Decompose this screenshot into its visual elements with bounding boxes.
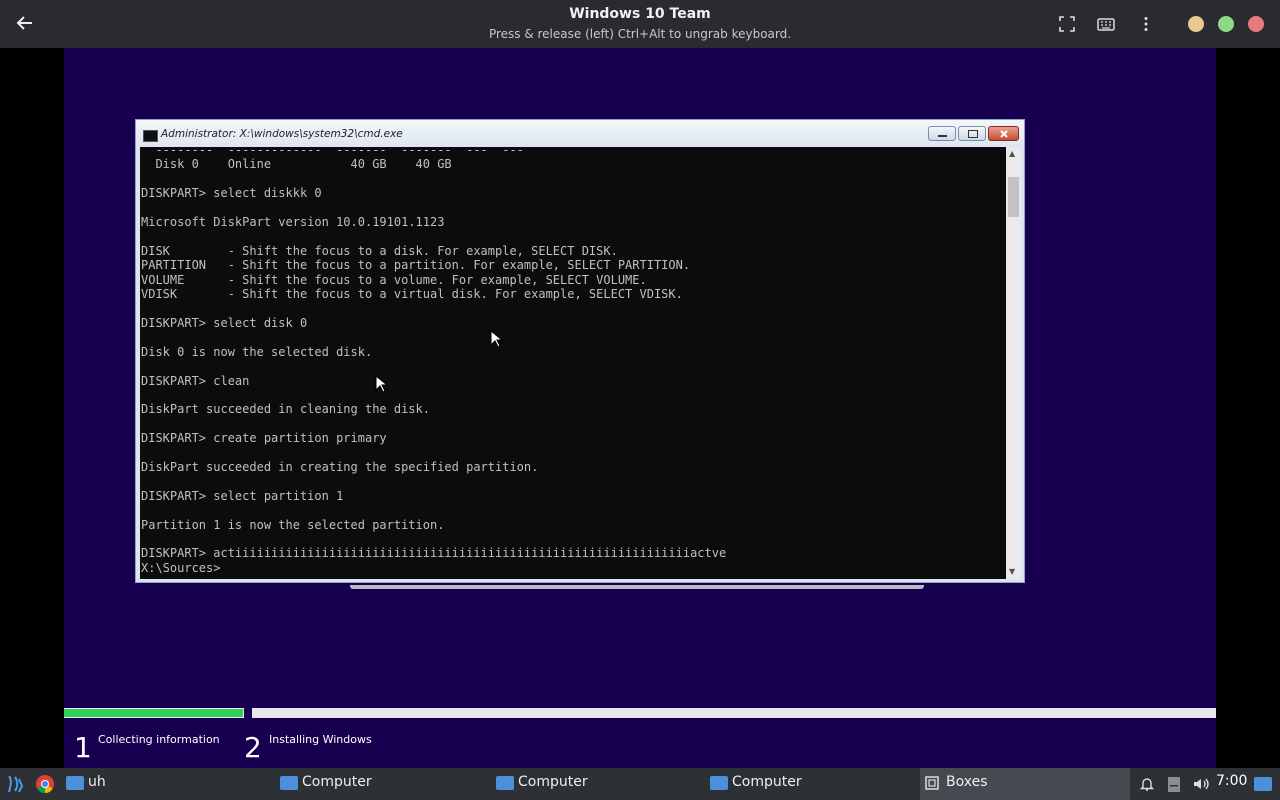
boxes-header-bar: Windows 10 Team Press & release (left) C… bbox=[0, 0, 1280, 48]
cmd-window-title: Administrator: X:\windows\system32\cmd.e… bbox=[161, 128, 403, 140]
clock: 7:00 bbox=[1216, 773, 1248, 789]
volume-icon[interactable] bbox=[1192, 776, 1210, 792]
cmd-window[interactable]: Administrator: X:\windows\system32\cmd.e… bbox=[135, 119, 1025, 583]
fullscreen-icon[interactable] bbox=[1057, 14, 1077, 34]
chrome-icon[interactable] bbox=[35, 774, 55, 794]
step-number: 2 bbox=[244, 731, 262, 764]
taskbar-item-computer[interactable]: Computer bbox=[494, 768, 694, 800]
scrollbar-thumb[interactable] bbox=[1008, 177, 1019, 217]
folder-icon bbox=[280, 776, 298, 790]
minimize-dot-button[interactable] bbox=[1188, 16, 1204, 32]
clipboard-icon[interactable] bbox=[1166, 775, 1182, 793]
boxes-icon bbox=[925, 776, 939, 790]
cmd-app-icon bbox=[143, 130, 158, 142]
taskbar-item-computer[interactable]: Computer bbox=[278, 768, 478, 800]
taskbar-item-uh[interactable]: uh bbox=[64, 768, 264, 800]
close-dot-button[interactable] bbox=[1248, 16, 1264, 32]
mouse-pointer-icon bbox=[490, 330, 502, 348]
keyboard-icon[interactable] bbox=[1096, 14, 1116, 34]
maximize-dot-button[interactable] bbox=[1218, 16, 1234, 32]
vm-display[interactable]: Administrator: X:\windows\system32\cmd.e… bbox=[64, 48, 1216, 768]
taskbar-item-label: Computer bbox=[732, 774, 802, 790]
folder-icon bbox=[66, 776, 84, 790]
restore-icon bbox=[968, 130, 978, 138]
cmd-close-button[interactable] bbox=[988, 126, 1019, 141]
cmd-restore-button[interactable] bbox=[958, 126, 986, 141]
taskbar-item-label: Computer bbox=[302, 774, 372, 790]
terminal-output[interactable]: -------- ------------- ------- ------- -… bbox=[140, 147, 1006, 579]
progress-separator bbox=[244, 708, 252, 718]
taskbar-item-boxes[interactable]: Boxes bbox=[920, 768, 1130, 800]
terminal-scrollbar[interactable]: ▲ ▼ bbox=[1006, 147, 1021, 579]
step-label: Installing Windows bbox=[269, 733, 372, 746]
step-label: Collecting information bbox=[98, 733, 220, 746]
scroll-down-icon[interactable]: ▼ bbox=[1009, 567, 1015, 577]
notification-bell-icon[interactable] bbox=[1139, 776, 1155, 792]
vm-title: Windows 10 Team bbox=[569, 6, 711, 22]
cmd-titlebar[interactable]: Administrator: X:\windows\system32\cmd.e… bbox=[136, 120, 1024, 146]
scroll-up-icon[interactable]: ▲ bbox=[1009, 149, 1015, 159]
progress-fill bbox=[64, 709, 243, 717]
step-number: 1 bbox=[74, 731, 92, 764]
window-shadow-edge bbox=[350, 585, 924, 589]
taskbar-item-label: Computer bbox=[518, 774, 588, 790]
folder-icon bbox=[496, 776, 514, 790]
terminal-text: -------- ------------- ------- ------- -… bbox=[141, 147, 727, 575]
more-options-icon[interactable] bbox=[1136, 14, 1156, 34]
ungrab-hint: Press & release (left) Ctrl+Alt to ungra… bbox=[488, 27, 792, 41]
taskbar-item-label: uh bbox=[88, 774, 106, 790]
cmd-minimize-button[interactable] bbox=[928, 126, 956, 141]
host-taskbar: uh Computer Computer Computer Boxes 7:00 bbox=[0, 768, 1280, 800]
taskbar-item-computer[interactable]: Computer bbox=[708, 768, 908, 800]
minimize-icon bbox=[938, 135, 947, 137]
show-desktop-icon[interactable] bbox=[1254, 777, 1272, 791]
folder-icon bbox=[710, 776, 728, 790]
app-launcher-icon[interactable] bbox=[5, 774, 25, 794]
taskbar-item-label: Boxes bbox=[946, 774, 988, 790]
close-icon bbox=[1000, 130, 1008, 138]
setup-progress-bar bbox=[64, 708, 1216, 718]
mouse-pointer-icon bbox=[375, 375, 387, 393]
